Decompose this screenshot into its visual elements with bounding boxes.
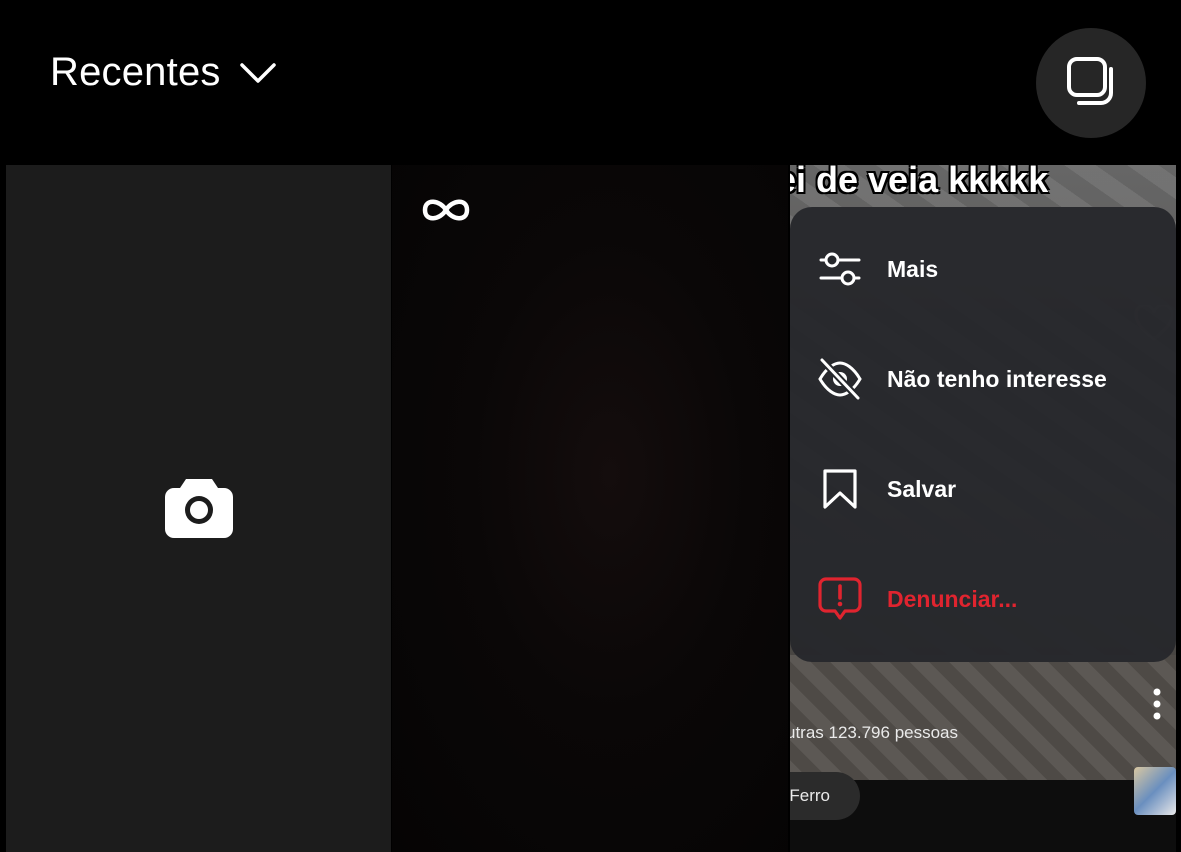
camera-icon — [164, 473, 234, 544]
chevron-down-icon — [239, 61, 277, 85]
video-frame-floor — [790, 655, 1176, 780]
boomerang-tile[interactable] — [392, 165, 788, 852]
report-icon — [817, 576, 863, 622]
menu-item-report[interactable]: Denunciar... — [790, 544, 1176, 654]
menu-item-label: Salvar — [887, 475, 957, 502]
album-selector[interactable]: Recentes — [50, 50, 277, 95]
video-tile[interactable]: ei de veia kkkkk Mais Não tenho interess… — [790, 165, 1176, 852]
context-menu: Mais Não tenho interesse Salvar Denuncia… — [790, 207, 1176, 662]
menu-item-not-interested[interactable]: Não tenho interesse — [790, 324, 1176, 434]
kebab-menu-icon[interactable] — [1152, 687, 1162, 726]
music-avatar — [1134, 767, 1176, 815]
menu-item-label: Não tenho interesse — [887, 365, 1107, 392]
album-label: Recentes — [50, 50, 221, 94]
bookmark-icon — [817, 466, 863, 512]
camera-tile[interactable] — [6, 165, 391, 852]
multi-select-icon — [1065, 55, 1117, 112]
eye-off-icon — [817, 356, 863, 402]
menu-item-label: Denunciar... — [887, 585, 1018, 612]
multi-select-button[interactable] — [1036, 28, 1146, 138]
music-label: Ferro — [790, 786, 830, 805]
likes-text: utras 123.796 pessoas — [790, 723, 959, 742]
menu-item-save[interactable]: Salvar — [790, 434, 1176, 544]
music-pill[interactable]: Ferro — [790, 772, 860, 820]
sliders-icon — [817, 246, 863, 292]
infinity-icon — [420, 195, 472, 230]
photo-picker-screen: Recentes ei de veia kkkkk Mais Não tenho… — [0, 0, 1181, 852]
header-bar: Recentes — [0, 0, 1181, 160]
menu-item-label: Mais — [887, 255, 939, 282]
menu-item-more[interactable]: Mais — [790, 214, 1176, 324]
video-caption: ei de veia kkkkk — [790, 165, 1049, 200]
